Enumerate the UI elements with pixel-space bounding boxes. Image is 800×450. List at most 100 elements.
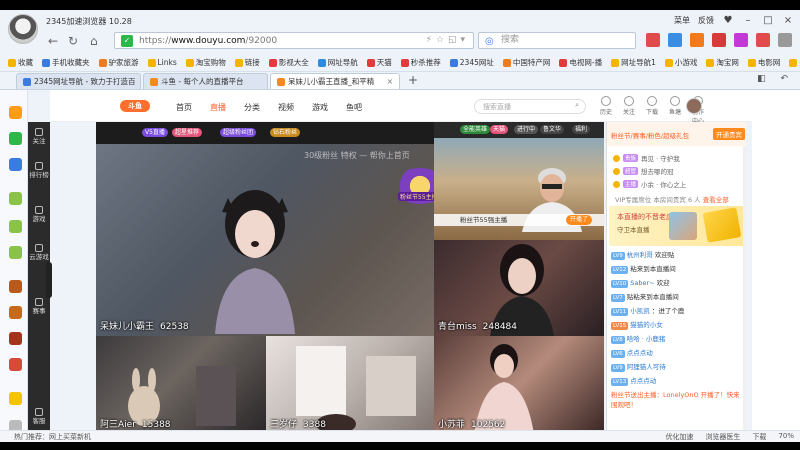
chat-message[interactable]: LV9 杭州利哥 欢迎贴 (611, 250, 745, 260)
video-tag-2[interactable]: 超星推荐 (172, 128, 203, 137)
address-bar[interactable]: ✓ https:// www.douyu.com /92000 ⚡☆◱▾ (114, 32, 474, 49)
game-icon-3[interactable] (9, 246, 22, 259)
pip-tag-2[interactable]: 天猫 (490, 125, 509, 134)
follow-button[interactable]: 关注 (621, 96, 637, 125)
chat-nick[interactable]: 阿狸猫人可待 (627, 363, 666, 371)
chat-nick[interactable]: Saber~ (630, 279, 654, 287)
pip-tag-4[interactable]: 鲁文华 (540, 125, 565, 134)
clock-icon[interactable] (9, 132, 22, 145)
stream-cell-5[interactable]: 小苏菲 102562 (434, 336, 604, 434)
home-icon[interactable]: ⌂ (90, 34, 98, 48)
tab-douyu-home[interactable]: 斗鱼 - 每个人的直播平台 (143, 73, 268, 89)
site-search-input[interactable]: 搜索直播 ⌕ (474, 99, 586, 114)
tab-close-icon[interactable]: × (387, 77, 393, 86)
nav-esports[interactable]: 赛事 (28, 298, 50, 315)
pip-tag-1[interactable]: 全能英雄 (460, 125, 491, 134)
browser-search-input[interactable]: ◎ 搜索 (478, 32, 636, 49)
bookmark-item[interactable]: Links (147, 58, 177, 67)
bookmark-item[interactable]: 中国特产网 (502, 57, 550, 68)
status-doctor[interactable]: 浏览器医生 (705, 432, 740, 442)
bookmark-item[interactable]: 链接 (234, 57, 260, 68)
download-button[interactable]: 下载 (644, 96, 660, 125)
game-icon-6[interactable] (9, 332, 22, 345)
game-icon-4[interactable] (9, 280, 22, 293)
game-icon-5[interactable] (9, 306, 22, 319)
bookmark-item[interactable]: 淘宝购物 (185, 57, 226, 68)
pip-tag-5[interactable]: 福利 (572, 125, 591, 134)
site-search-icon[interactable]: ⌕ (575, 101, 579, 110)
maximize-icon[interactable]: □ (762, 15, 774, 26)
nav-service[interactable]: 客服 (28, 408, 50, 425)
tools-icon[interactable] (778, 33, 792, 47)
chat-nick[interactable]: 猫猫的小女 (630, 321, 663, 329)
chat-message[interactable]: LV7 贴粘来到本直播间 (611, 292, 745, 302)
nav-collapse-handle[interactable] (46, 262, 52, 298)
bookmark-item[interactable]: 电影网 (747, 57, 780, 68)
new-tab-button[interactable]: + (402, 73, 424, 89)
url-action-icons[interactable]: ⚡☆◱▾ (426, 35, 469, 45)
refresh-icon[interactable]: ↻ (68, 34, 78, 48)
nav-game[interactable]: 游戏 (28, 206, 50, 223)
game-icon-7[interactable] (9, 358, 22, 371)
bookmark-item[interactable]: 天猫 (366, 57, 392, 68)
chat-nick[interactable]: 哈哈 · 小鹿猪 (627, 335, 666, 343)
tab-live-room[interactable]: 呆妹儿小霸王直播_和平精 × (270, 73, 400, 89)
fishpond-button[interactable]: 鱼塘 (667, 96, 683, 125)
bookmark-item[interactable]: 网址导航1 (611, 57, 656, 68)
menu-category[interactable]: 分类 (244, 102, 260, 113)
chat-message[interactable]: LV10 Saber~ 欢迎 (611, 278, 745, 288)
tab-2345-nav[interactable]: 2345网址导航 - 致力于打造百 (16, 73, 141, 89)
nav-follow[interactable]: 关注 (28, 128, 50, 145)
stream-cell-4[interactable]: 三岁仔 3388 (266, 336, 434, 434)
feedback-link[interactable]: 反馈 (698, 15, 714, 26)
extension-icon-2[interactable] (668, 33, 682, 47)
history-button[interactable]: 历史 (598, 96, 614, 125)
chat-message[interactable]: LV15 猫猫的小女 (611, 320, 745, 330)
avatar[interactable] (686, 98, 702, 114)
menu-link[interactable]: 菜单 (674, 15, 690, 26)
game-icon-1[interactable] (9, 192, 22, 205)
open-vip-button[interactable]: 开通贵宾 (713, 128, 745, 140)
douyu-logo[interactable]: 斗鱼 (120, 100, 150, 112)
bookmark-item[interactable]: 美女库 (789, 57, 800, 68)
back-icon[interactable]: ← (48, 34, 58, 48)
menu-live[interactable]: 直播 (210, 102, 226, 113)
status-hot-text[interactable]: 热门推荐：网上买菜新机 (14, 432, 91, 442)
chat-message[interactable]: LV8 哈哈 · 小鹿猪 (611, 334, 745, 344)
apps-icon[interactable] (9, 158, 22, 171)
vip-view-all-link[interactable]: 查看全部 (703, 196, 729, 204)
bookmark-item[interactable]: 影视大全 (268, 57, 309, 68)
tab-tool-icons[interactable]: ◧ ↶ (757, 74, 794, 84)
skin-icon[interactable]: ♥ (722, 15, 734, 26)
pip-tag-3[interactable]: 进行中 (514, 125, 539, 134)
game-icon-8[interactable] (9, 392, 22, 405)
bookmark-item[interactable]: 网址导航 (317, 57, 358, 68)
bookmark-item[interactable]: 2345网址 (449, 57, 494, 68)
video-tag-1[interactable]: V5直播 (142, 128, 168, 137)
chat-message[interactable]: LV6 点点点动 (611, 348, 745, 358)
rank-row[interactable]: 超管 想去哪的冠 (607, 165, 746, 177)
chat-message[interactable]: LV9 阿狸猫人可待 (611, 362, 745, 372)
chat-nick[interactable]: 杭州利哥 (627, 251, 653, 259)
video-tag-3[interactable]: 超级粉丝团 (220, 128, 257, 137)
chat-banner[interactable]: 本直播的不晋老虎 守卫本直播 (609, 206, 745, 246)
pip-stream-cell[interactable]: 全能英雄 天猫 进行中 鲁文华 福利 粉丝节55强主播 开播了 (434, 122, 604, 240)
main-stream-cell[interactable]: 30级粉丝 特权 — 帮你上首页 呆妹儿小霸王 62538 (96, 144, 434, 336)
minimize-icon[interactable]: – (742, 15, 754, 26)
bookmark-item[interactable]: 秒杀推荐 (400, 57, 441, 68)
nav-cloud-game[interactable]: 云游戏 (28, 244, 50, 261)
chat-scrollbar[interactable] (743, 146, 746, 432)
chat-nick[interactable]: 小凯凯 (630, 307, 650, 315)
bookmark-item[interactable]: 手机收藏夹 (42, 57, 90, 68)
chat-nick[interactable]: 点点点动 (627, 349, 653, 357)
rank-row[interactable]: 主播 小余 · 你心之上 (607, 178, 746, 190)
chat-message[interactable]: 粉丝节送出主播：LonelyOnO 开播了！快来围观吧！ (611, 390, 745, 410)
bookmark-item[interactable]: 小游戏 (664, 57, 697, 68)
extension-icon-5[interactable] (734, 33, 748, 47)
nav-rank[interactable]: 排行榜 (28, 162, 50, 179)
menu-video[interactable]: 视频 (278, 102, 294, 113)
video-tag-4[interactable]: 钻石粉丝 (270, 128, 301, 137)
game-icon-2[interactable] (9, 220, 22, 233)
close-icon[interactable]: × (782, 15, 794, 26)
chat-message[interactable]: LV11 小凯凯 ：进了个鹿 (611, 306, 745, 316)
